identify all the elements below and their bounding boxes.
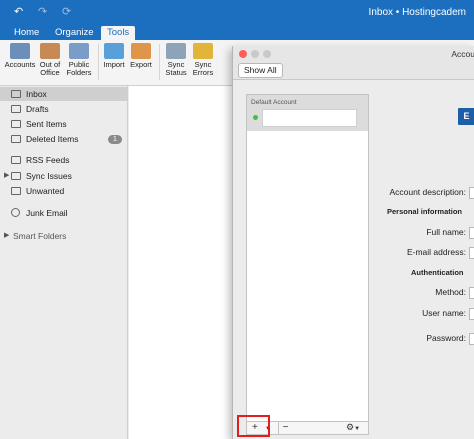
sidebar-item-label: Drafts	[26, 104, 49, 114]
sidebar-item-unwanted[interactable]: Unwanted	[0, 184, 128, 198]
sidebar-item-sent-items[interactable]: Sent Items	[0, 117, 128, 131]
full-name-row: Full name:	[426, 226, 474, 239]
accounts-label: Accounts	[4, 60, 36, 69]
accounts-button[interactable]: Accounts	[3, 43, 37, 69]
personal-information-heading: Personal information	[387, 207, 463, 216]
unread-count-badge: 1	[108, 135, 122, 144]
zoom-window-icon[interactable]	[263, 50, 271, 58]
sidebar-item-label: Sync Issues	[26, 171, 72, 181]
exchange-logo-icon: E	[458, 108, 474, 125]
redo-icon[interactable]: ↷	[38, 6, 50, 18]
full-name-label: Full name:	[426, 227, 466, 237]
window-title: Inbox • Hostingcadem	[368, 7, 466, 18]
sidebar-item-label: Deleted Items	[26, 134, 79, 144]
dialog-title: Accou	[451, 49, 474, 59]
export-icon	[131, 43, 151, 59]
folder-icon	[11, 187, 21, 195]
drafts-icon	[11, 105, 21, 113]
sidebar-item-junk-email[interactable]: Junk Email	[0, 206, 128, 220]
chevron-down-icon: ▼	[354, 426, 361, 432]
account-status-icon	[253, 115, 258, 120]
account-description-row: Account description:	[389, 186, 474, 199]
sync-errors-icon	[193, 43, 213, 59]
sidebar-item-drafts[interactable]: Drafts	[0, 102, 128, 116]
sync-errors-label: Sync Errors	[192, 60, 214, 77]
close-window-icon[interactable]	[239, 50, 247, 58]
sync-status-label: Sync Status	[165, 60, 187, 77]
account-group-label: Default Account	[251, 99, 297, 106]
public-folders-label: Public Folders	[66, 60, 92, 77]
full-name-field[interactable]	[469, 226, 474, 239]
user-name-row: User name:	[422, 307, 474, 320]
import-label: Import	[103, 60, 125, 69]
dialog-toolbar: Show All	[233, 62, 474, 80]
public-folders-icon	[69, 43, 89, 59]
method-select[interactable]	[469, 286, 474, 299]
account-list-item[interactable]	[253, 109, 357, 127]
dialog-title-bar: Accou	[233, 46, 474, 62]
account-description-label: Account description:	[389, 187, 466, 197]
gear-icon: ⚙	[346, 422, 355, 432]
sidebar-item-deleted-items[interactable]: Deleted Items 1	[0, 132, 128, 146]
title-bar: ↶ ↷ ⟳ Inbox • Hostingcadem	[0, 0, 474, 26]
user-name-label: User name:	[422, 308, 466, 318]
account-details-pane: E Account description: Personal informat…	[369, 80, 474, 439]
accounts-dialog: Accou Show All Default Account + ▼ − ⚙▼ …	[232, 46, 474, 439]
tab-home[interactable]: Home	[8, 26, 45, 40]
public-folders-button[interactable]: Public Folders	[62, 43, 96, 77]
folder-sidebar: Inbox Drafts Sent Items Deleted Items 1 …	[0, 86, 128, 439]
ribbon-tab-bar: Home Organize Tools	[0, 26, 474, 40]
sidebar-item-label: Sent Items	[26, 119, 67, 129]
undo-icon[interactable]: ↶	[14, 6, 26, 18]
sidebar-item-label: Inbox	[26, 89, 47, 99]
sidebar-item-sync-issues[interactable]: ▶ Sync Issues	[0, 169, 128, 183]
remove-account-button[interactable]: −	[278, 422, 292, 434]
password-label: Password:	[426, 333, 466, 343]
expand-triangle-icon[interactable]: ▶	[4, 229, 9, 243]
junk-icon	[11, 208, 20, 217]
tab-organize[interactable]: Organize	[49, 26, 100, 40]
add-button-highlight	[237, 415, 270, 437]
sidebar-item-label: Smart Folders	[13, 231, 67, 241]
export-button[interactable]: Export	[124, 43, 158, 69]
accounts-icon	[10, 43, 30, 59]
out-of-office-label: Out of Office	[39, 60, 61, 77]
email-address-field[interactable]	[469, 246, 474, 259]
sent-items-icon	[11, 120, 21, 128]
sync-errors-button[interactable]: Sync Errors	[186, 43, 220, 77]
tab-tools[interactable]: Tools	[101, 26, 136, 40]
sidebar-item-smart-folders[interactable]: ▶ Smart Folders	[0, 229, 128, 243]
email-address-label: E-mail address:	[406, 247, 466, 257]
sidebar-item-label: Unwanted	[26, 186, 65, 196]
quick-access-toolbar: ↶ ↷ ⟳	[14, 6, 74, 18]
account-actions-button[interactable]: ⚙▼	[346, 422, 366, 434]
show-all-button[interactable]: Show All	[238, 63, 283, 78]
sync-status-icon	[166, 43, 186, 59]
account-description-field[interactable]	[469, 186, 474, 199]
account-list: Default Account	[246, 94, 369, 422]
authentication-heading: Authentication	[411, 268, 464, 277]
folder-icon	[11, 156, 21, 164]
user-name-field[interactable]	[469, 307, 474, 320]
password-field[interactable]	[469, 332, 474, 345]
inbox-icon	[11, 90, 21, 98]
sidebar-item-rss-feeds[interactable]: RSS Feeds	[0, 153, 128, 167]
sidebar-item-label: RSS Feeds	[26, 155, 70, 165]
sidebar-item-label: Junk Email	[26, 208, 68, 218]
import-icon	[104, 43, 124, 59]
sidebar-item-inbox[interactable]: Inbox	[0, 87, 128, 101]
email-address-row: E-mail address:	[406, 246, 474, 259]
export-label: Export	[130, 60, 152, 69]
account-group: Default Account	[247, 95, 368, 131]
method-label: Method:	[435, 287, 466, 297]
deleted-items-icon	[11, 135, 21, 143]
folder-icon	[11, 172, 21, 180]
expand-triangle-icon[interactable]: ▶	[4, 169, 9, 183]
password-row: Password:	[426, 332, 474, 345]
sync-icon[interactable]: ⟳	[62, 6, 74, 18]
minimize-window-icon[interactable]	[251, 50, 259, 58]
method-row: Method:	[435, 286, 474, 299]
out-of-office-icon	[40, 43, 60, 59]
